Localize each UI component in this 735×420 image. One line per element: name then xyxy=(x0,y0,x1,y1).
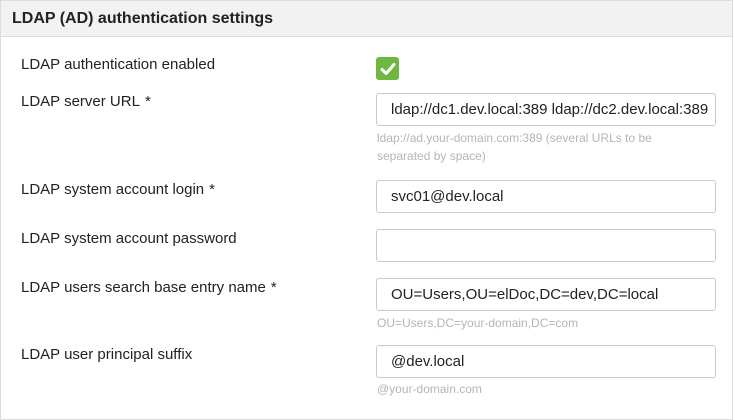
ldap-enabled-checkbox[interactable] xyxy=(376,57,399,80)
system-password-input[interactable] xyxy=(376,229,716,262)
system-login-input[interactable] xyxy=(376,180,716,213)
upn-suffix-input[interactable] xyxy=(376,345,716,378)
ldap-settings-panel: LDAP (AD) authentication settings LDAP a… xyxy=(0,0,733,420)
panel-title: LDAP (AD) authentication settings xyxy=(12,9,274,27)
required-mark: * xyxy=(270,279,277,296)
enabled-label: LDAP authentication enabled xyxy=(21,56,215,73)
enabled-label-text: LDAP authentication enabled xyxy=(21,56,216,73)
search-base-label-text: LDAP users search base entry name xyxy=(21,279,266,296)
system-password-label: LDAP system account password xyxy=(21,230,237,247)
checkmark-icon xyxy=(380,62,395,75)
search-base-label: LDAP users search base entry name * xyxy=(21,279,277,296)
system-login-label: LDAP system account login * xyxy=(21,181,215,198)
upn-suffix-label: LDAP user principal suffix xyxy=(21,346,192,363)
panel-header: LDAP (AD) authentication settings xyxy=(1,1,732,37)
upn-suffix-label-text: LDAP user principal suffix xyxy=(21,346,193,363)
required-mark: * xyxy=(144,93,151,110)
upn-suffix-hint: @your-domain.com xyxy=(377,382,482,396)
required-mark: * xyxy=(209,181,215,198)
server-url-input[interactable] xyxy=(376,93,716,126)
system-password-label-text: LDAP system account password xyxy=(21,230,237,247)
server-url-label: LDAP server URL * xyxy=(21,93,151,110)
server-url-label-text: LDAP server URL xyxy=(21,93,140,110)
search-base-hint: OU=Users,DC=your-domain,DC=com xyxy=(377,316,579,330)
server-url-hint: ldap://ad.your-domain.com:389 (several U… xyxy=(377,131,652,163)
search-base-input[interactable] xyxy=(376,278,716,311)
system-login-label-text: LDAP system account login xyxy=(21,181,205,198)
